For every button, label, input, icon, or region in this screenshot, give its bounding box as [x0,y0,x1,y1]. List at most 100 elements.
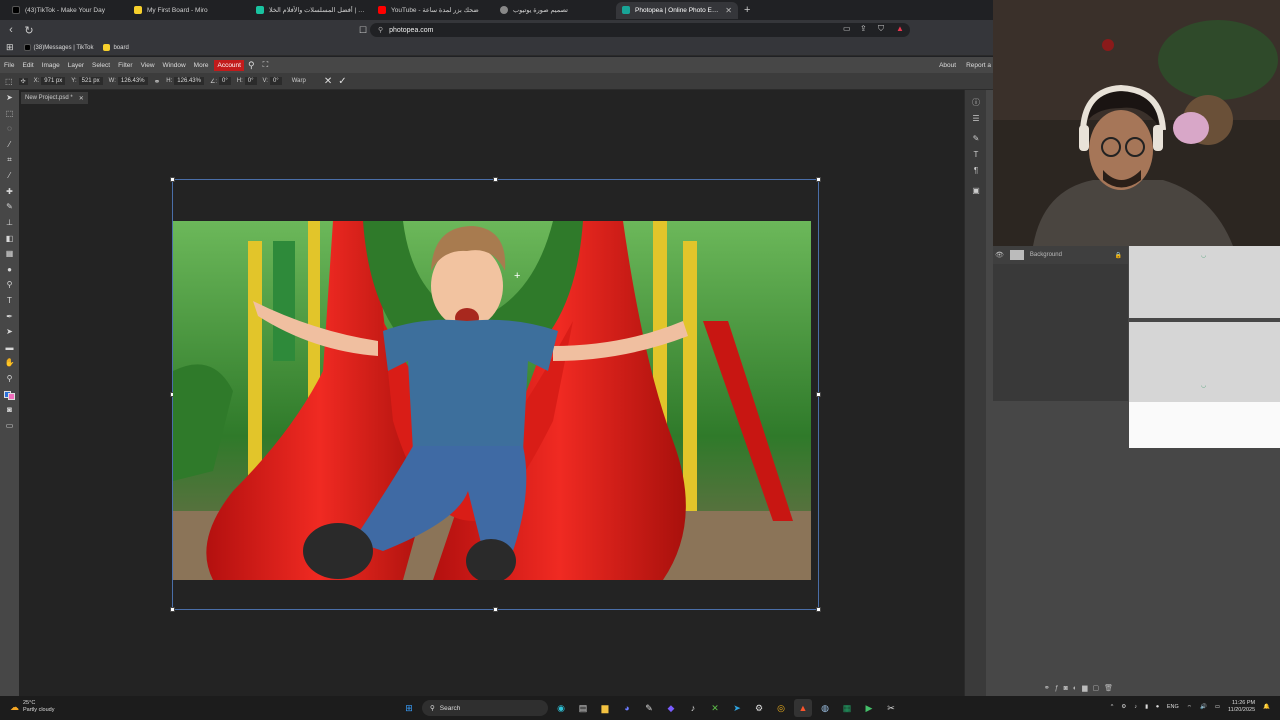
layer-row-background[interactable]: 👁 Background 🔒 [993,246,1128,264]
pen-tool-icon[interactable]: ✒ [0,308,19,324]
type-tool-icon[interactable]: T [0,293,19,309]
zoom-tool-icon[interactable]: ⚲ [0,371,19,387]
menu-layer[interactable]: Layer [64,62,88,69]
transform-handle-bottom-left[interactable] [170,607,175,612]
reload-icon[interactable]: ↻ [22,24,36,37]
menu-about[interactable]: About [939,62,956,69]
discord-icon[interactable]: ◕ [618,699,636,717]
visibility-eye-icon[interactable]: 👁 [995,251,1004,259]
clone-stamp-tool-icon[interactable]: ⊥ [0,215,19,231]
browser-tab-tiktok[interactable]: (43)TikTok - Make Your Day [6,2,128,19]
browser-tab-photopea[interactable]: Photopea | Online Photo Editor ✕ [616,1,738,19]
properties-icon[interactable]: ☰ [965,110,987,126]
path-select-tool-icon[interactable]: ➤ [0,324,19,340]
menu-select[interactable]: Select [88,62,114,69]
network-icon[interactable]: ⌔ [1187,704,1192,711]
delete-layer-icon[interactable]: 🗑 [1104,684,1113,692]
menu-file[interactable]: File [0,62,18,69]
mic-icon[interactable]: ⏺ [1156,704,1159,711]
close-tab-icon[interactable]: ✕ [725,6,732,15]
menu-image[interactable]: Image [38,62,64,69]
new-layer-icon[interactable]: ▢ [1092,684,1099,692]
chrome-icon[interactable]: ◎ [772,699,790,717]
dodge-tool-icon[interactable]: ⚲ [0,277,19,293]
battery-status-icon[interactable]: ▭ [1215,704,1220,710]
browser-tab-design[interactable]: تصميم صورة يوتيوب [494,2,616,19]
steam-icon[interactable]: ◍ [816,699,834,717]
lasso-tool-icon[interactable]: ◌ [0,121,19,137]
angle-field[interactable]: 0° [219,77,231,85]
menu-view[interactable]: View [137,62,159,69]
cancel-transform-icon[interactable]: ✕ [324,76,332,87]
hand-tool-icon[interactable]: ✋ [0,355,19,371]
language-indicator[interactable]: ENG [1167,704,1179,710]
notes-icon[interactable]: ✎ [640,699,658,717]
vpn-icon[interactable]: ◆ [662,699,680,717]
browser-tab-shahid[interactable]: شاهد | أفضل المسلسلات والأفلام الخلا... [250,2,372,19]
tray-app-icon[interactable]: ⚙ [1121,704,1126,710]
color-swatches-icon[interactable] [0,386,19,402]
menu-more[interactable]: More [190,62,213,69]
healing-tool-icon[interactable]: ✚ [0,184,19,200]
brush-settings-icon[interactable]: ✎ [965,130,987,146]
brave-icon[interactable]: ▲ [794,699,812,717]
x-field[interactable]: 971 px [41,77,66,85]
search-icon[interactable]: ⚲ [244,60,259,71]
document-tab[interactable]: New Project.psd * ✕ [21,92,88,104]
excel-icon[interactable]: ▦ [838,699,856,717]
transform-handle-right[interactable] [816,392,821,397]
clock[interactable]: 11:26 PM 11/20/2025 [1228,700,1255,714]
link-layers-icon[interactable]: ⚭ [1044,684,1050,692]
link-icon[interactable]: ⚭ [154,77,161,86]
reference-point-icon[interactable]: ✣ [18,77,28,85]
paragraph-icon[interactable]: ¶ [965,162,987,178]
menu-filter[interactable]: Filter [114,62,136,69]
shield-icon[interactable]: ⛉ [878,24,884,34]
layer-style-icon[interactable]: ƒ [1055,685,1059,692]
canvas-photo-boy-on-slide[interactable] [173,221,811,580]
close-document-icon[interactable]: ✕ [79,95,84,102]
capcut-icon[interactable]: ✂ [882,699,900,717]
telegram-icon[interactable]: ➤ [728,699,746,717]
brush-tool-icon[interactable]: ✎ [0,199,19,215]
screen-mode-icon[interactable]: ▭ [0,417,19,433]
hskew-field[interactable]: 0° [244,77,257,85]
apps-grid-icon[interactable]: ⊞ [6,42,14,53]
browser-tab-youtube[interactable]: YouTube - ضحك بزر لمدة ساعة [372,2,494,19]
media-player-icon[interactable]: ▶ [860,699,878,717]
menu-window[interactable]: Window [159,62,190,69]
y-field[interactable]: 521 px [78,77,103,85]
battery-icon[interactable]: ▮ [1145,704,1148,710]
menu-edit[interactable]: Edit [18,62,37,69]
windows-start-icon[interactable]: ⊞ [400,699,418,717]
adjustment-layer-icon[interactable]: ◐ [1073,685,1077,692]
gradient-tool-icon[interactable]: ▦ [0,246,19,262]
warp-button[interactable]: Warp [288,78,310,84]
back-icon[interactable]: ‹ [4,24,18,36]
character-icon[interactable]: T [965,146,987,162]
volume-icon[interactable]: 🔊 [1200,704,1207,710]
transform-handle-top-left[interactable] [170,177,175,182]
bookmark-board[interactable]: board [103,44,129,51]
commit-transform-icon[interactable]: ✓ [338,76,346,87]
settings-gear-icon[interactable]: ⚙ [750,699,768,717]
notifications-icon[interactable]: 🔔 [1263,704,1270,710]
edge-icon[interactable]: ◉ [552,699,570,717]
bookmark-icon[interactable]: ☐ [356,25,370,36]
image-icon[interactable]: ▣ [965,182,987,198]
transform-handle-top[interactable] [493,177,498,182]
install-app-icon[interactable]: ▭ [843,24,851,33]
transform-handle-top-right[interactable] [816,177,821,182]
eyedropper-tool-icon[interactable]: ⁄ [0,168,19,184]
quick-mask-icon[interactable]: ◙ [0,402,19,418]
move-tool-icon[interactable]: ➤ [0,90,19,106]
crop-tool-icon[interactable]: ⌗ [0,152,19,168]
xbox-icon[interactable]: ✕ [706,699,724,717]
width-field[interactable]: 126.43% [117,77,148,85]
shape-tool-icon[interactable]: ▬ [0,340,19,356]
share-icon[interactable]: ⇪ [860,24,867,33]
marquee-tool-icon[interactable]: ⬚ [0,106,19,122]
eraser-tool-icon[interactable]: ◧ [0,230,19,246]
bookmark-tiktok-messages[interactable]: (38)Messages | TikTok [23,44,93,51]
chevron-up-icon[interactable]: ^ [1111,704,1114,710]
